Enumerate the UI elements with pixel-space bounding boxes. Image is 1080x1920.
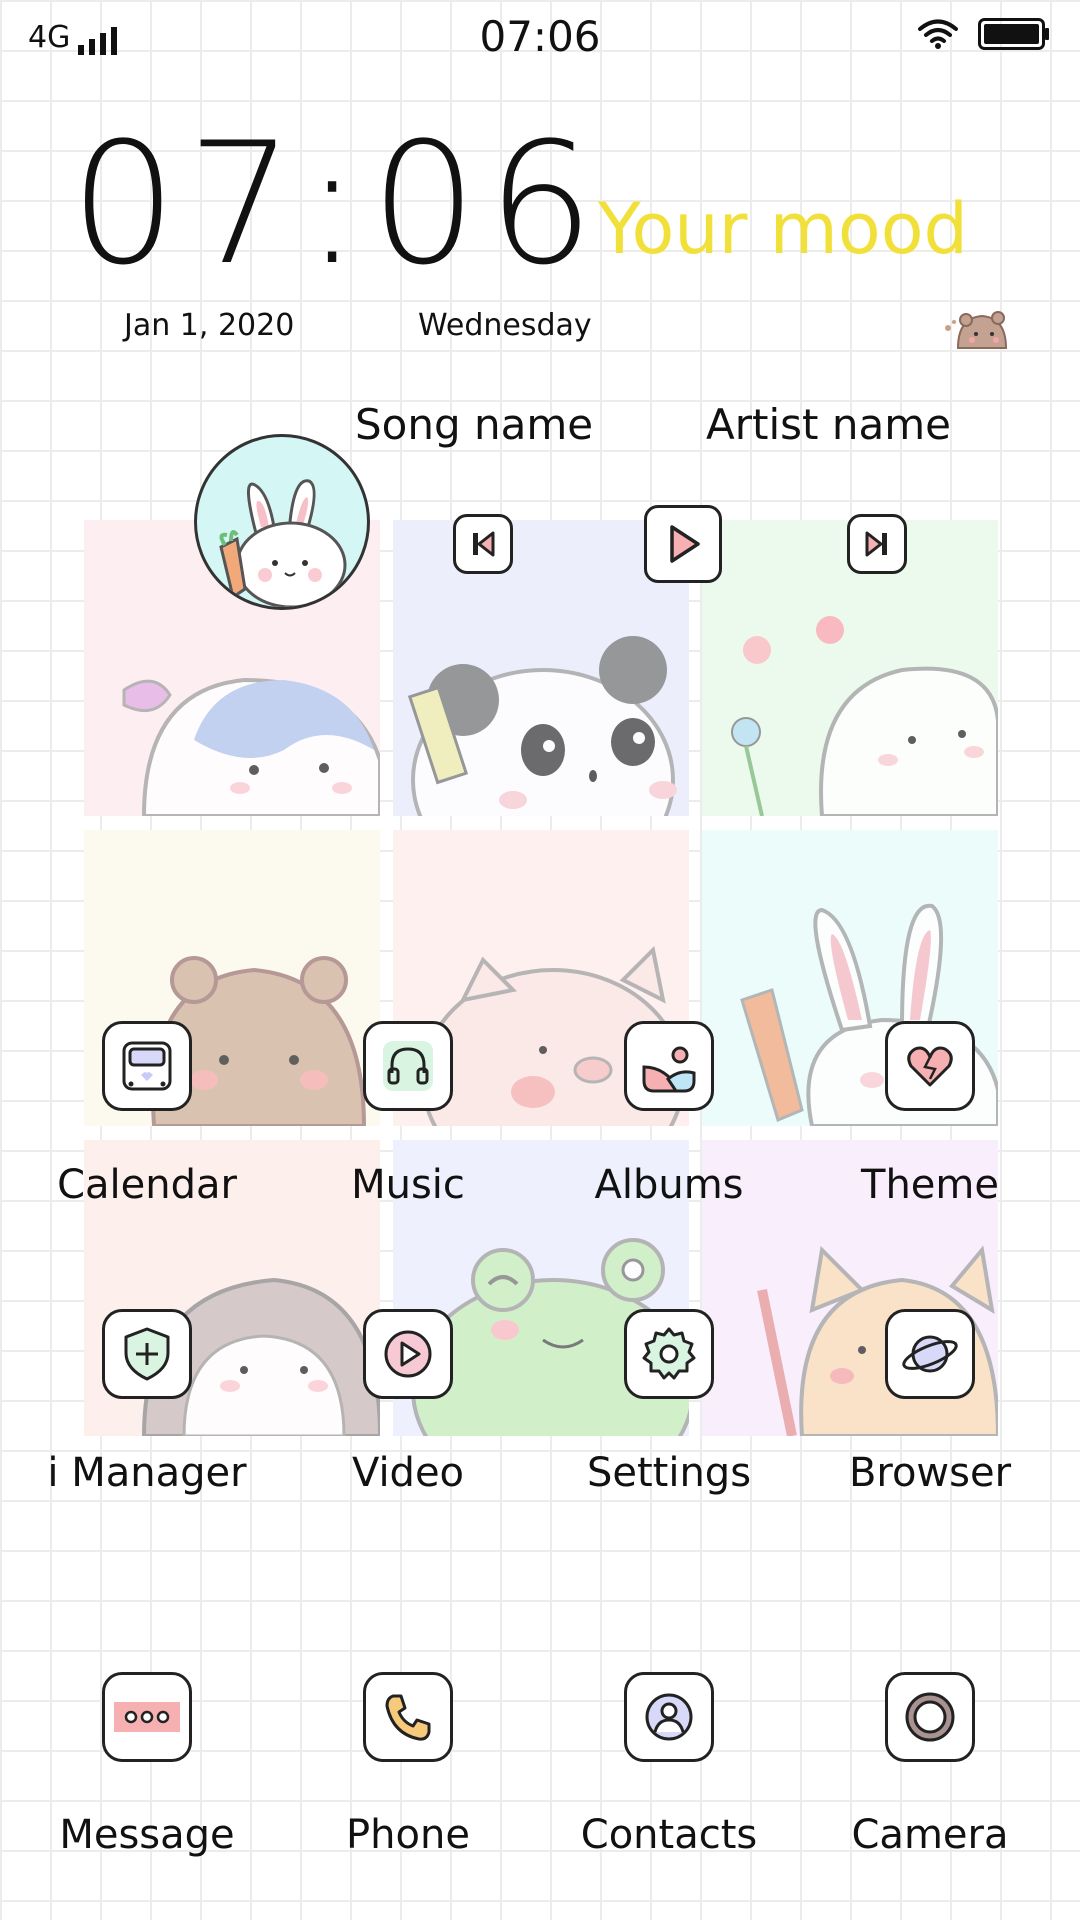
app-label[interactable]: Phone: [278, 1812, 538, 1858]
message-icon: [114, 1702, 180, 1732]
app-label[interactable]: Music: [278, 1162, 538, 1208]
phone-app-button[interactable]: [363, 1672, 453, 1762]
app-label[interactable]: Settings: [539, 1450, 799, 1496]
settings-app-button[interactable]: [624, 1309, 714, 1399]
previous-button[interactable]: [453, 514, 513, 574]
calendar-app-button[interactable]: [102, 1021, 192, 1111]
app-label[interactable]: Theme: [800, 1162, 1060, 1208]
contacts-app-button[interactable]: [624, 1672, 714, 1762]
phone-icon: [385, 1694, 431, 1741]
artist-name: Artist name: [706, 400, 951, 449]
bear-sticker-icon: [945, 311, 1008, 349]
play-icon: [384, 1330, 432, 1378]
planet-icon: [902, 1335, 958, 1373]
status-right: [918, 18, 1050, 50]
clock-date: Jan 1, 2020: [124, 308, 295, 343]
song-name: Song name: [355, 400, 594, 449]
shield-icon: [124, 1327, 170, 1381]
app-label[interactable]: Browser: [800, 1450, 1060, 1496]
headphones-icon: [383, 1041, 433, 1091]
theme-app-button[interactable]: [885, 1021, 975, 1111]
browser-app-button[interactable]: [885, 1309, 975, 1399]
skip-previous-icon: [473, 531, 495, 557]
message-app-button[interactable]: [102, 1672, 192, 1762]
next-button[interactable]: [847, 514, 907, 574]
app-label[interactable]: i Manager: [17, 1450, 277, 1496]
app-label[interactable]: Calendar: [17, 1162, 277, 1208]
bunny-icon: [219, 479, 347, 607]
image-icon: [642, 1041, 696, 1093]
app-label[interactable]: Video: [278, 1450, 538, 1496]
mood-text[interactable]: Your mood: [598, 188, 968, 270]
app-label[interactable]: Message: [17, 1812, 277, 1858]
skip-next-icon: [865, 531, 887, 557]
app-label[interactable]: Camera: [800, 1812, 1060, 1858]
music-app-button[interactable]: [363, 1021, 453, 1111]
wifi-icon: [918, 19, 958, 49]
app-label[interactable]: Contacts: [539, 1812, 799, 1858]
battery-icon: [978, 18, 1049, 50]
clock-time: 07:06: [70, 106, 605, 302]
app-label[interactable]: Albums: [539, 1162, 799, 1208]
camera-app-button[interactable]: [885, 1672, 975, 1762]
albums-app-button[interactable]: [624, 1021, 714, 1111]
video-app-button[interactable]: [363, 1309, 453, 1399]
calendar-icon: [122, 1041, 172, 1091]
gear-icon: [642, 1327, 696, 1380]
album-art: [194, 434, 370, 610]
play-icon: [670, 525, 700, 563]
play-button[interactable]: [644, 505, 722, 583]
clock-weekday: Wednesday: [418, 308, 592, 343]
heart-icon: [907, 1046, 953, 1087]
contact-icon: [645, 1693, 693, 1741]
camera-icon: [905, 1692, 955, 1742]
i-manager-app-button[interactable]: [102, 1309, 192, 1399]
